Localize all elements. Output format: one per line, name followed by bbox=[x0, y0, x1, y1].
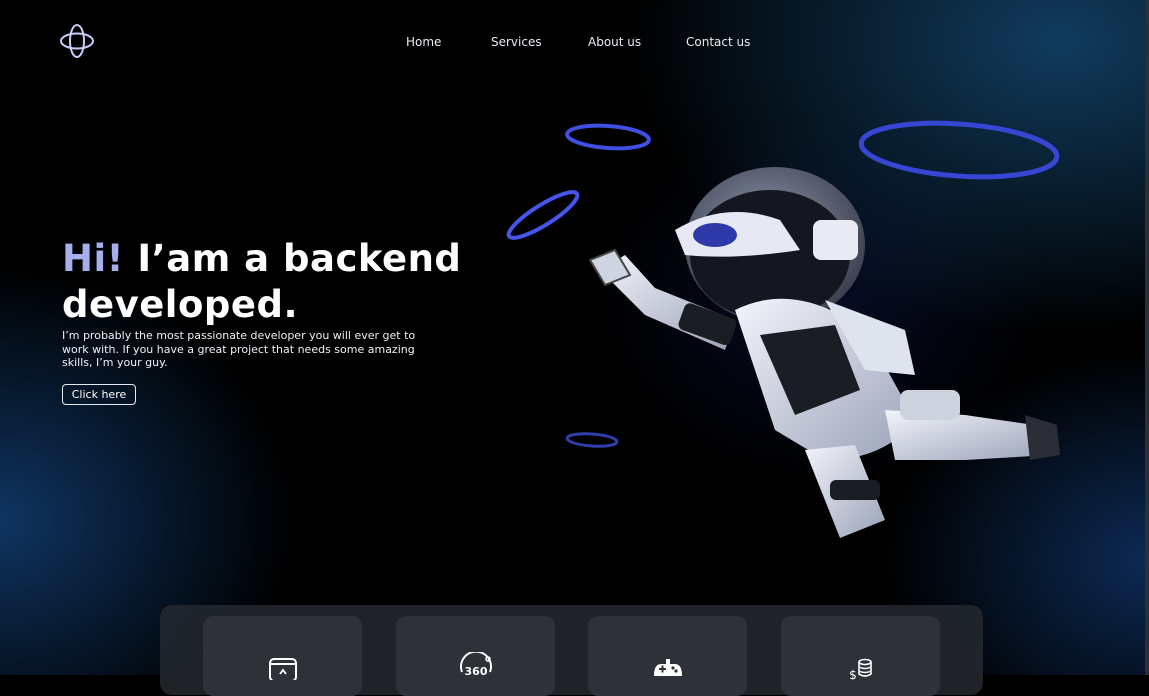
hero-greeting: Hi! bbox=[62, 237, 125, 280]
window-scrollbar-edge bbox=[1145, 0, 1149, 675]
service-card[interactable]: $ bbox=[781, 616, 940, 696]
hero-title: Hi! I’am a backend developed. bbox=[62, 236, 502, 328]
nav-contact-link[interactable]: Contact us bbox=[686, 35, 750, 49]
astronaut-robot-image bbox=[588, 167, 1060, 538]
nav-about-link[interactable]: About us bbox=[588, 35, 641, 49]
click-here-button[interactable]: Click here bbox=[62, 384, 136, 405]
app-box-icon bbox=[268, 658, 297, 680]
nav-services-link[interactable]: Services bbox=[491, 35, 542, 49]
coins-icon: $ bbox=[849, 658, 872, 680]
svg-text:$: $ bbox=[849, 668, 857, 680]
service-card[interactable] bbox=[203, 616, 362, 696]
ring-decoration bbox=[506, 190, 580, 240]
orbit-logo-icon[interactable] bbox=[58, 22, 96, 60]
gamepad-icon bbox=[653, 659, 682, 676]
ring-decoration bbox=[565, 123, 651, 151]
svg-text:360: 360 bbox=[464, 665, 487, 678]
hero-description: I’m probably the most passionate develop… bbox=[62, 329, 416, 369]
service-card[interactable]: 360 bbox=[396, 616, 555, 696]
service-card[interactable] bbox=[588, 616, 747, 696]
nav-home-link[interactable]: Home bbox=[406, 35, 441, 49]
360-view-icon: 360 bbox=[459, 652, 492, 678]
